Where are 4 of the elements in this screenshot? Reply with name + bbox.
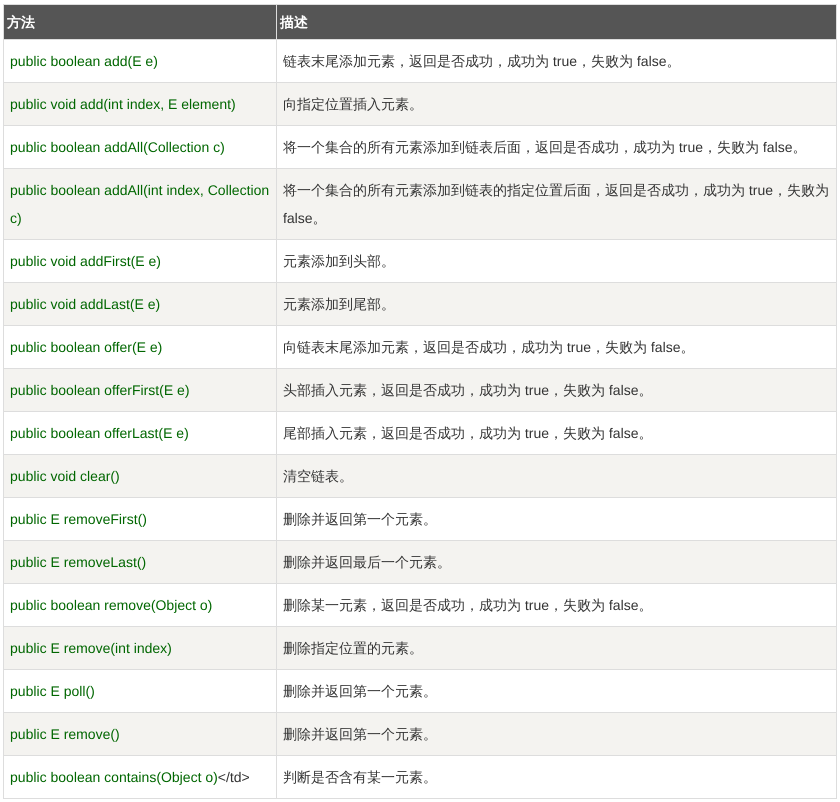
table-cell: public boolean contains(Object o)</td> [4,756,276,798]
table-cell: 判断是否含有某一元素。 [276,756,836,798]
column-header: 方法 [4,4,276,40]
column-header: 描述 [276,4,836,40]
